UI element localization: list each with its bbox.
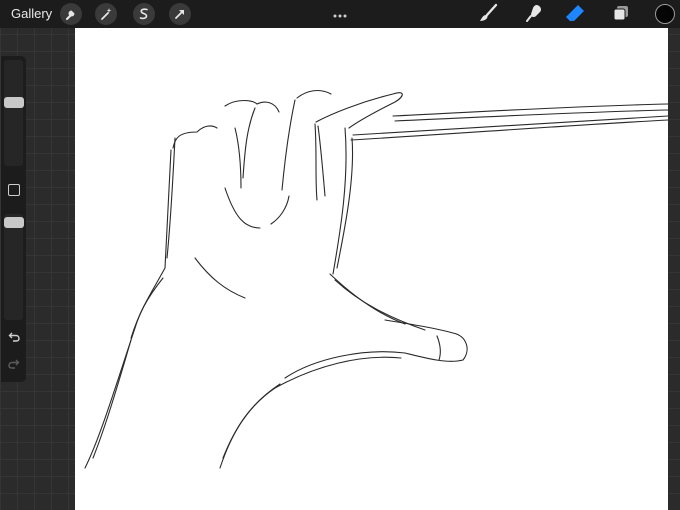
undo-icon: [8, 330, 20, 348]
undo-button[interactable]: [6, 331, 22, 347]
brush-icon: [478, 3, 498, 28]
selection-icon: [137, 7, 151, 21]
color-picker-button[interactable]: [655, 4, 675, 24]
magic-wand-icon: [99, 7, 113, 21]
opacity-slider[interactable]: [4, 214, 23, 320]
transform-button[interactable]: [169, 3, 191, 25]
hand-sketch: [84, 89, 668, 469]
eraser-tool-button[interactable]: [564, 4, 586, 26]
layers-icon: [612, 4, 630, 27]
redo-button[interactable]: [6, 358, 22, 374]
more-dots-icon[interactable]: [332, 6, 348, 24]
layers-button[interactable]: [610, 4, 632, 26]
opacity-thumb[interactable]: [4, 217, 24, 228]
top-toolbar: Gallery: [0, 0, 680, 28]
wrench-icon: [64, 7, 78, 21]
brush-size-slider[interactable]: [4, 60, 23, 166]
actions-button[interactable]: [60, 3, 82, 25]
redo-icon: [8, 357, 20, 375]
drawing-canvas[interactable]: [75, 28, 668, 510]
transform-arrow-icon: [173, 7, 187, 21]
smudge-tool-button[interactable]: [523, 4, 545, 26]
brush-tool-button[interactable]: [477, 3, 499, 28]
smudge-icon: [524, 3, 544, 28]
left-sidebar: [1, 56, 26, 382]
adjustments-button[interactable]: [95, 3, 117, 25]
eraser-icon: [564, 3, 586, 28]
selection-button[interactable]: [133, 3, 155, 25]
modify-button[interactable]: [8, 184, 20, 196]
brush-size-thumb[interactable]: [4, 97, 24, 108]
gallery-button[interactable]: Gallery: [11, 6, 52, 21]
